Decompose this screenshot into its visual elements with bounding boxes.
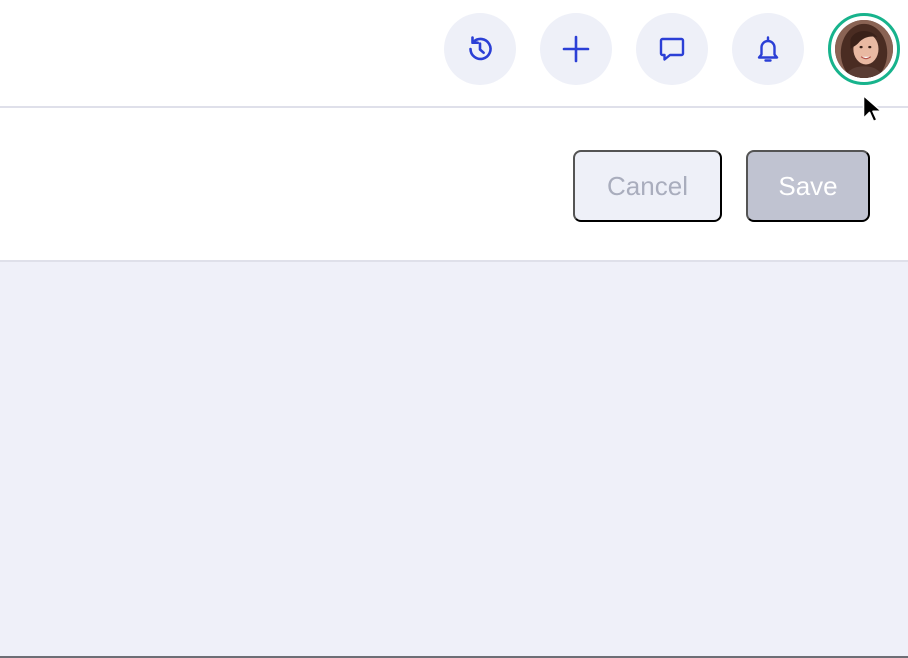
action-bar: Cancel Save bbox=[0, 108, 908, 262]
notifications-button[interactable] bbox=[732, 13, 804, 85]
top-bar bbox=[0, 0, 908, 108]
user-avatar-image bbox=[835, 20, 893, 78]
history-button[interactable] bbox=[444, 13, 516, 85]
content-area bbox=[0, 262, 908, 656]
messages-button[interactable] bbox=[636, 13, 708, 85]
save-button[interactable]: Save bbox=[746, 150, 870, 222]
plus-icon bbox=[562, 35, 590, 63]
avatar bbox=[835, 20, 893, 78]
chat-bubble-icon bbox=[659, 37, 685, 61]
add-button[interactable] bbox=[540, 13, 612, 85]
cancel-button[interactable]: Cancel bbox=[573, 150, 722, 222]
bell-icon bbox=[757, 36, 779, 62]
history-icon bbox=[469, 36, 492, 61]
user-avatar-button[interactable] bbox=[828, 13, 900, 85]
